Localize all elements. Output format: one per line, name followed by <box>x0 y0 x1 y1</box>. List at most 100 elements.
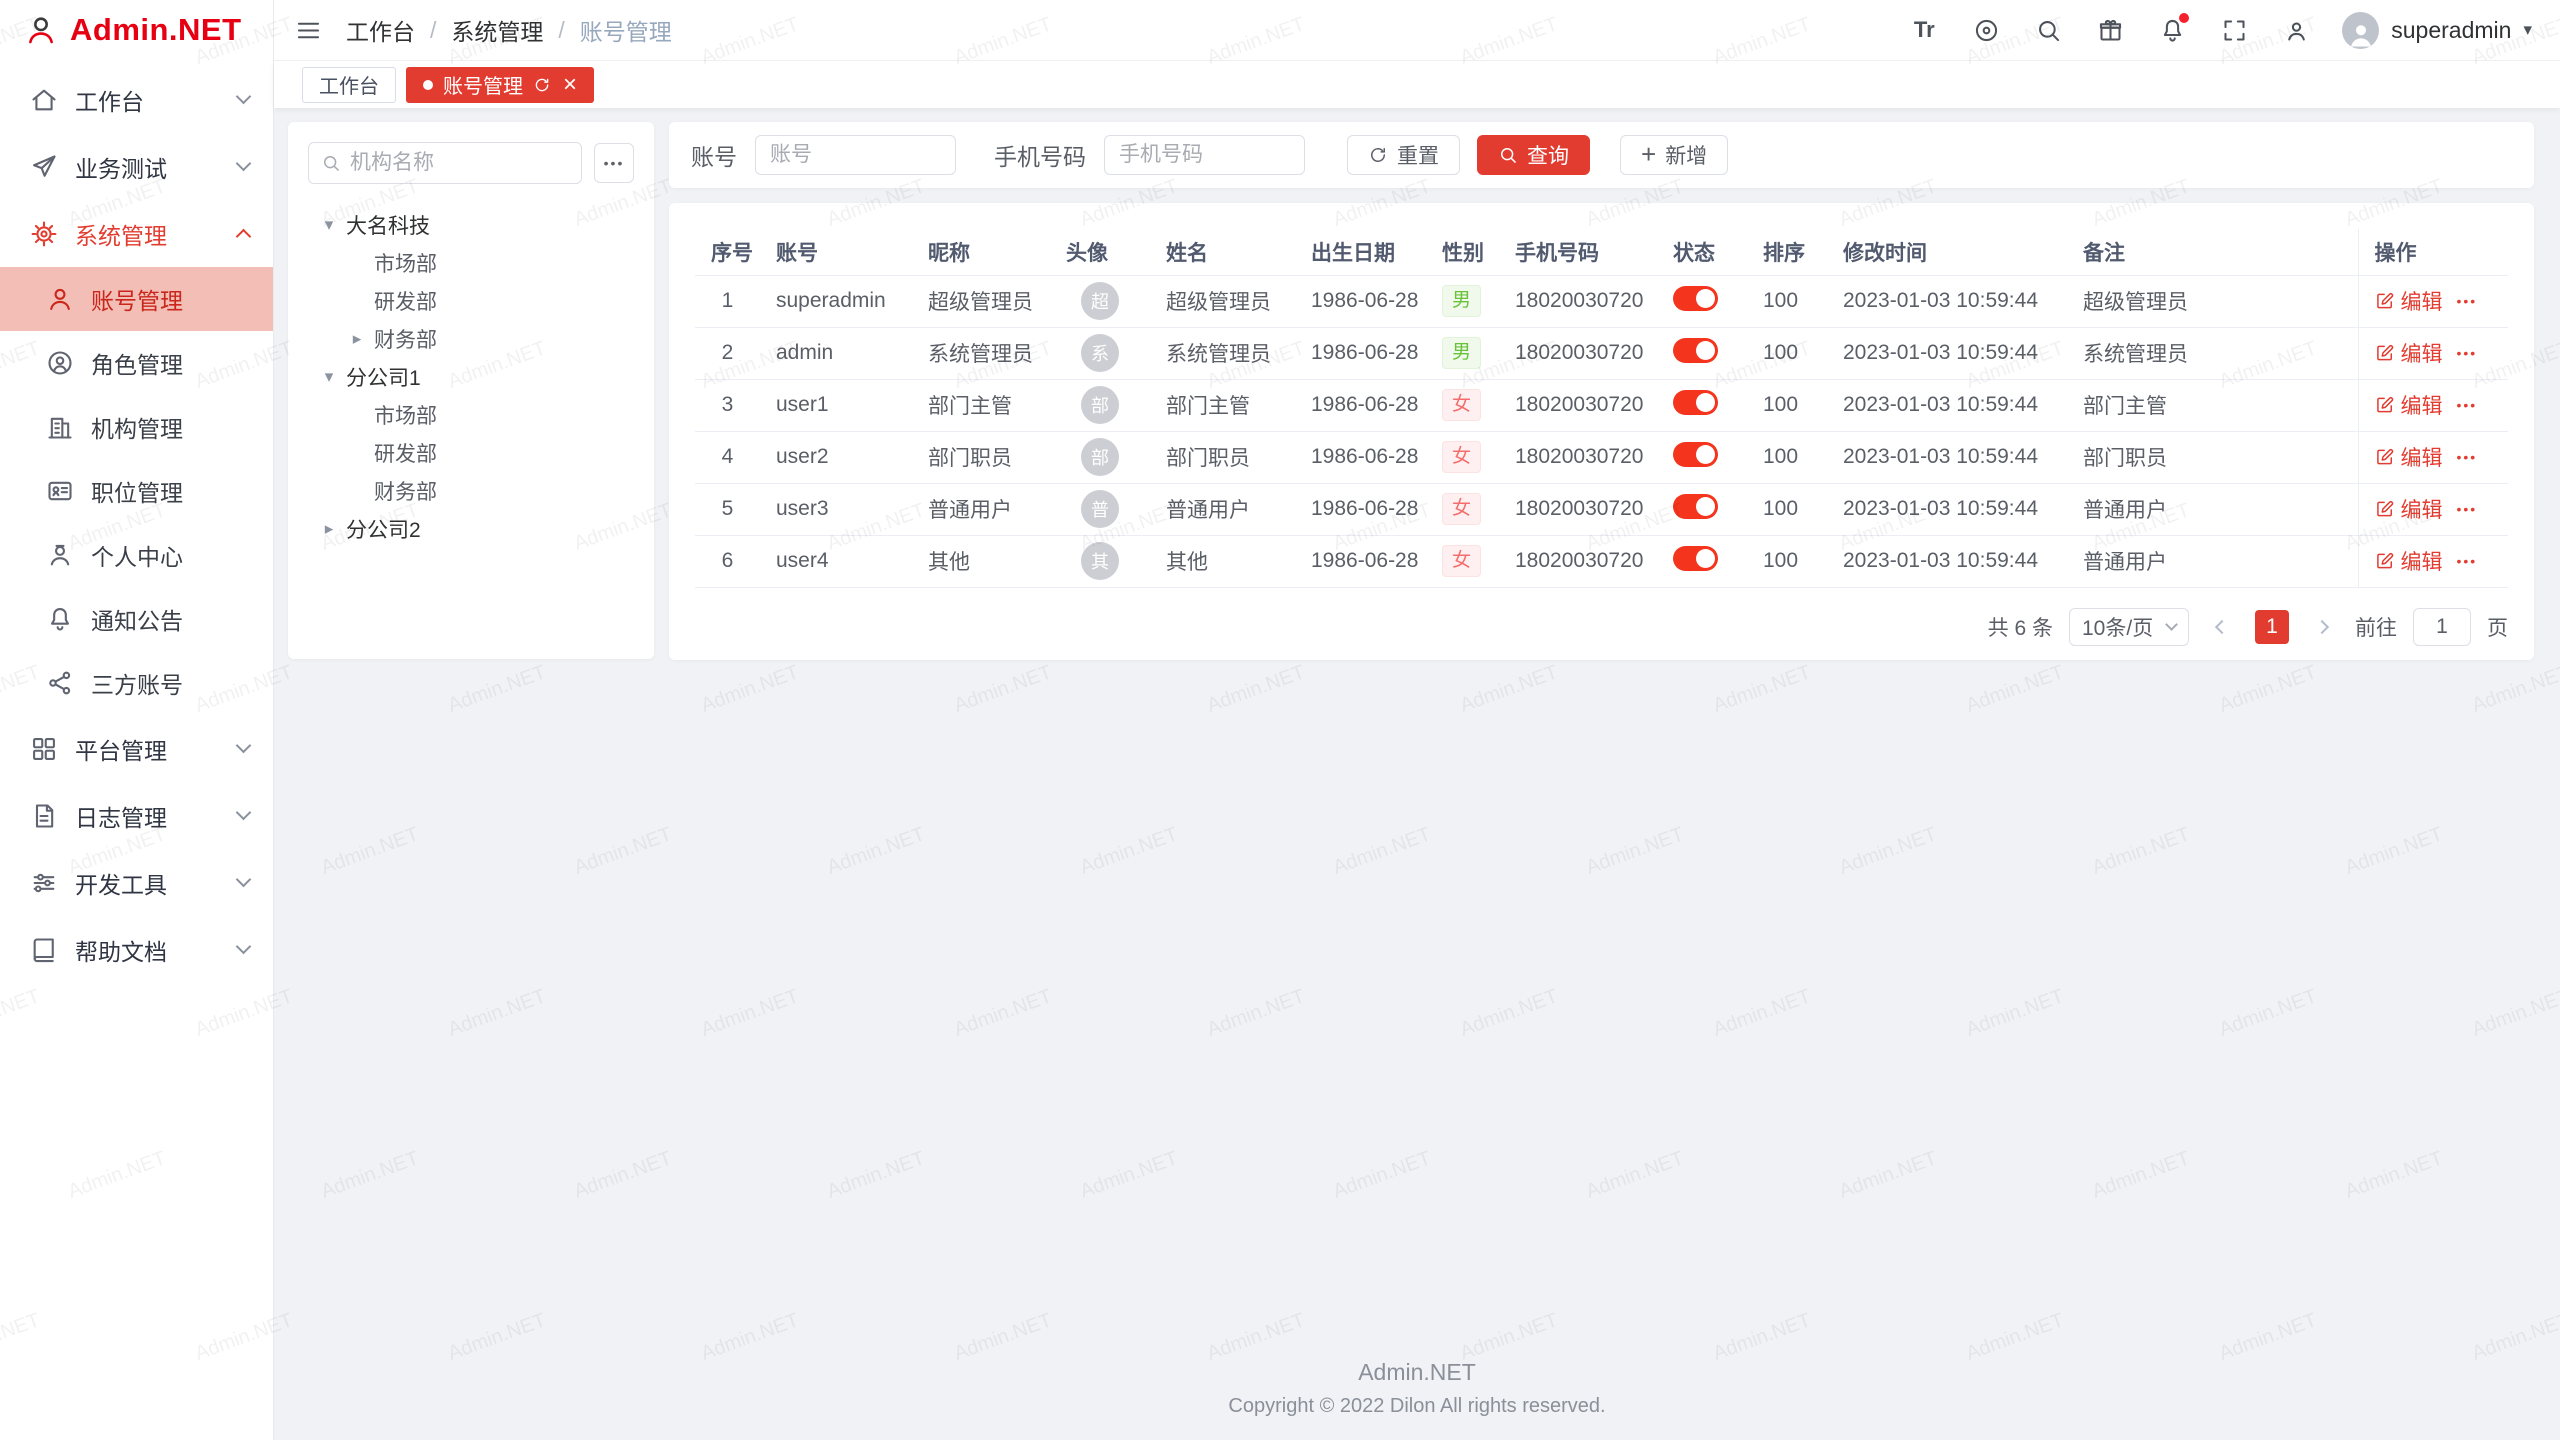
profile-icon[interactable] <box>2280 14 2312 46</box>
edit-button[interactable]: 编辑 <box>2375 494 2443 524</box>
cell-phone: 18020030720 <box>1499 379 1657 431</box>
sidebar-item-logs[interactable]: 日志管理 <box>0 782 273 849</box>
tree-node[interactable]: 市场部 <box>308 244 634 282</box>
chevron-down-icon <box>236 939 252 955</box>
edit-button[interactable]: 编辑 <box>2375 442 2443 472</box>
row-more-button[interactable]: ••• <box>2457 553 2478 569</box>
cell-birth: 1986-06-28 <box>1295 431 1426 483</box>
page-size-select[interactable]: 10条/页 <box>2069 608 2189 646</box>
sidebar-item-notice[interactable]: 通知公告 <box>0 587 273 651</box>
sidebar-item-platform[interactable]: 平台管理 <box>0 715 273 782</box>
logo[interactable]: Admin.NET <box>0 0 273 60</box>
tab-workbench[interactable]: 工作台 <box>302 67 396 103</box>
font-size-icon[interactable]: Tr <box>1908 14 1940 46</box>
status-toggle[interactable] <box>1673 494 1718 519</box>
breadcrumb-current: 账号管理 <box>580 13 672 47</box>
tree-node[interactable]: 财务部 <box>308 472 634 510</box>
add-button[interactable]: + 新增 <box>1620 135 1728 175</box>
sidebar-item-personal-center[interactable]: 个人中心 <box>0 523 273 587</box>
sidebar-item-business-test[interactable]: 业务测试 <box>0 133 273 200</box>
plus-icon: + <box>1641 141 1656 167</box>
document-icon <box>30 802 58 830</box>
status-toggle[interactable] <box>1673 546 1718 571</box>
search-button[interactable]: 查询 <box>1477 135 1590 175</box>
tree-node[interactable]: ▸ 分公司2 <box>308 510 634 548</box>
sidebar-item-system[interactable]: 系统管理 <box>0 200 273 267</box>
gift-icon[interactable] <box>2094 14 2126 46</box>
row-more-button[interactable]: ••• <box>2457 293 2478 309</box>
cell-birth: 1986-06-28 <box>1295 379 1426 431</box>
column-header: 排序 <box>1747 229 1827 275</box>
next-page-button[interactable] <box>2305 610 2339 644</box>
edit-button[interactable]: 编辑 <box>2375 546 2443 576</box>
edit-button[interactable]: 编辑 <box>2375 390 2443 420</box>
sidebar-item-account-mgmt[interactable]: 账号管理 <box>0 267 273 331</box>
row-more-button[interactable]: ••• <box>2457 501 2478 517</box>
sidebar-item-devtools[interactable]: 开发工具 <box>0 849 273 916</box>
org-more-button[interactable]: ••• <box>594 143 634 183</box>
sidebar-item-third-account[interactable]: 三方账号 <box>0 651 273 715</box>
reset-button[interactable]: 重置 <box>1347 135 1460 175</box>
cell-remark: 普通用户 <box>2067 483 2358 535</box>
refresh-icon <box>1368 145 1388 165</box>
sidebar-item-org-mgmt[interactable]: 机构管理 <box>0 395 273 459</box>
prev-page-button[interactable] <box>2205 610 2239 644</box>
edit-button[interactable]: 编辑 <box>2375 338 2443 368</box>
user-menu[interactable]: superadmin ▾ <box>2342 12 2532 49</box>
bell-icon <box>46 605 74 633</box>
sidebar-item-role-mgmt[interactable]: 角色管理 <box>0 331 273 395</box>
column-header: 性别 <box>1426 229 1499 275</box>
cell-phone: 18020030720 <box>1499 327 1657 379</box>
pagination-total: 共 6 条 <box>1988 612 2053 642</box>
caret-down-icon: ▾ <box>318 215 340 235</box>
main-area: 工作台 / 系统管理 / 账号管理 Tr <box>274 0 2560 1440</box>
tree-node[interactable]: ▾ 大名科技 <box>308 206 634 244</box>
user-circle-icon <box>46 349 74 377</box>
tree-node[interactable]: ▾ 分公司1 <box>308 358 634 396</box>
layout-config-icon[interactable] <box>1970 14 2002 46</box>
hamburger-menu-button[interactable] <box>292 14 324 46</box>
gender-badge: 男 <box>1442 285 1481 317</box>
sidebar-item-label: 业务测试 <box>75 150 238 184</box>
phone-input[interactable] <box>1104 135 1305 175</box>
cell-nickname: 超级管理员 <box>912 275 1050 327</box>
gender-badge: 女 <box>1442 389 1481 421</box>
cell-name: 部门职员 <box>1150 431 1295 483</box>
status-toggle[interactable] <box>1673 338 1718 363</box>
search-icon[interactable] <box>2032 14 2064 46</box>
tree-node[interactable]: 研发部 <box>308 434 634 472</box>
tree-node[interactable]: 市场部 <box>308 396 634 434</box>
row-more-button[interactable]: ••• <box>2457 345 2478 361</box>
column-header: 昵称 <box>912 229 1050 275</box>
gender-badge: 女 <box>1442 441 1481 473</box>
status-toggle[interactable] <box>1673 442 1718 467</box>
status-toggle[interactable] <box>1673 286 1718 311</box>
cell-nickname: 系统管理员 <box>912 327 1050 379</box>
column-header: 序号 <box>695 229 760 275</box>
close-icon[interactable]: × <box>563 73 577 97</box>
org-search-input[interactable] <box>350 151 569 175</box>
goto-page-input[interactable] <box>2413 608 2471 646</box>
building-icon <box>46 413 74 441</box>
refresh-icon[interactable] <box>533 76 551 94</box>
fullscreen-icon[interactable] <box>2218 14 2250 46</box>
chevron-down-icon <box>236 805 252 821</box>
cell-phone: 18020030720 <box>1499 275 1657 327</box>
account-input[interactable] <box>755 135 956 175</box>
page-number-current[interactable]: 1 <box>2255 610 2289 644</box>
row-more-button[interactable]: ••• <box>2457 449 2478 465</box>
tab-account-mgmt[interactable]: 账号管理 × <box>406 67 594 103</box>
sidebar-item-position-mgmt[interactable]: 职位管理 <box>0 459 273 523</box>
sidebar-item-workbench[interactable]: 工作台 <box>0 66 273 133</box>
edit-button[interactable]: 编辑 <box>2375 286 2443 316</box>
tree-node[interactable]: ▸ 财务部 <box>308 320 634 358</box>
status-toggle[interactable] <box>1673 390 1718 415</box>
cell-phone: 18020030720 <box>1499 535 1657 587</box>
tree-node[interactable]: 研发部 <box>308 282 634 320</box>
bell-icon[interactable] <box>2156 14 2188 46</box>
sidebar-item-help[interactable]: 帮助文档 <box>0 916 273 983</box>
cell-no: 3 <box>695 379 760 431</box>
row-more-button[interactable]: ••• <box>2457 397 2478 413</box>
breadcrumb-item[interactable]: 工作台 <box>346 13 415 47</box>
breadcrumb-item[interactable]: 系统管理 <box>451 13 543 47</box>
